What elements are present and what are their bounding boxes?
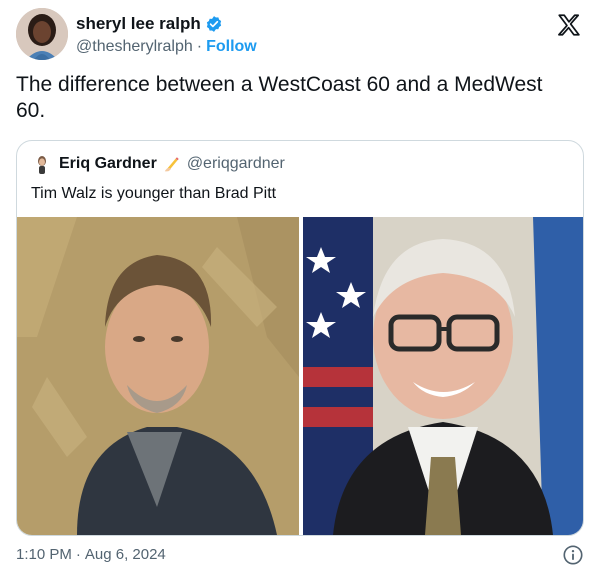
timestamp-separator: ·: [75, 546, 81, 563]
verified-badge-icon: [205, 15, 223, 33]
tweet-header: sheryl lee ralph @thesherylralph · Follow: [16, 8, 584, 64]
handle-separator: ·: [196, 38, 203, 55]
quoted-author-handle[interactable]: @eriqgardner: [187, 155, 285, 173]
author-name-row: sheryl lee ralph: [76, 14, 223, 34]
info-icon[interactable]: [562, 544, 584, 566]
writing-hand-emoji: [163, 155, 181, 173]
quoted-text: Tim Walz is younger than Brad Pitt: [31, 185, 277, 202]
tweet-timestamp[interactable]: 1:10 PM · Aug 6, 2024: [16, 546, 166, 563]
quoted-avatar[interactable]: [31, 153, 53, 175]
tweet-date: Aug 6, 2024: [84, 546, 166, 563]
follow-button[interactable]: Follow: [206, 38, 257, 55]
photo-tim-walz[interactable]: [303, 217, 583, 535]
quoted-header: Eriq Gardner @eriqgardner: [31, 153, 285, 175]
author-handle-row: @thesherylralph · Follow: [76, 38, 257, 56]
author-handle[interactable]: @thesherylralph: [76, 38, 193, 55]
author-avatar[interactable]: [16, 8, 68, 60]
quoted-author-name[interactable]: Eriq Gardner: [59, 155, 157, 173]
x-logo-icon[interactable]: [556, 12, 582, 38]
tweet-text: The difference between a WestCoast 60 an…: [16, 73, 543, 122]
tweet-time: 1:10 PM: [16, 546, 72, 563]
author-name[interactable]: sheryl lee ralph: [76, 14, 201, 34]
quoted-tweet[interactable]: Eriq Gardner @eriqgardner Tim Walz is yo…: [16, 140, 584, 536]
photo-brad-pitt[interactable]: [17, 217, 299, 535]
